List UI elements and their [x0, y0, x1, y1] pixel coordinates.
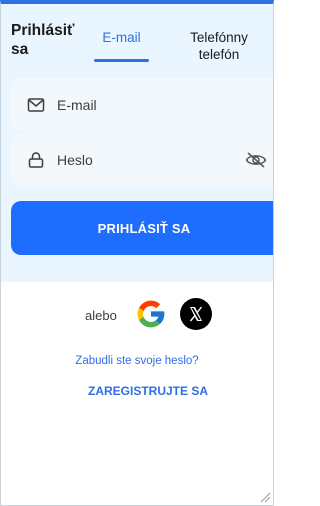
page-title: Prihlásiť sa — [11, 22, 75, 58]
or-label: alebo — [85, 308, 117, 323]
login-window: Prihlásiť sa E-mail Telefónny telefón PR — [0, 0, 274, 506]
forgot-password-link[interactable]: Zabudli ste svoje heslo? — [1, 355, 273, 367]
tab-phone[interactable]: Telefónny telefón — [177, 29, 261, 63]
x-icon — [189, 306, 203, 322]
email-field[interactable] — [11, 78, 273, 132]
eye-off-icon[interactable] — [245, 151, 267, 169]
lock-icon — [28, 152, 44, 168]
password-input[interactable] — [57, 133, 237, 187]
login-button[interactable]: PRIHLÁSIŤ SA — [11, 201, 273, 255]
google-login-button[interactable] — [135, 298, 167, 330]
resize-handle-icon[interactable] — [259, 491, 271, 503]
google-icon — [137, 300, 165, 328]
password-field[interactable] — [11, 133, 273, 187]
tab-email[interactable]: E-mail — [94, 29, 149, 59]
x-login-button[interactable] — [180, 298, 212, 330]
register-link[interactable]: ZAREGISTRUJTE SA — [1, 384, 273, 398]
active-tab-indicator — [94, 59, 149, 62]
email-input[interactable] — [57, 78, 237, 132]
login-panel: Prihlásiť sa E-mail Telefónny telefón PR — [1, 4, 273, 282]
mail-icon — [27, 98, 45, 112]
